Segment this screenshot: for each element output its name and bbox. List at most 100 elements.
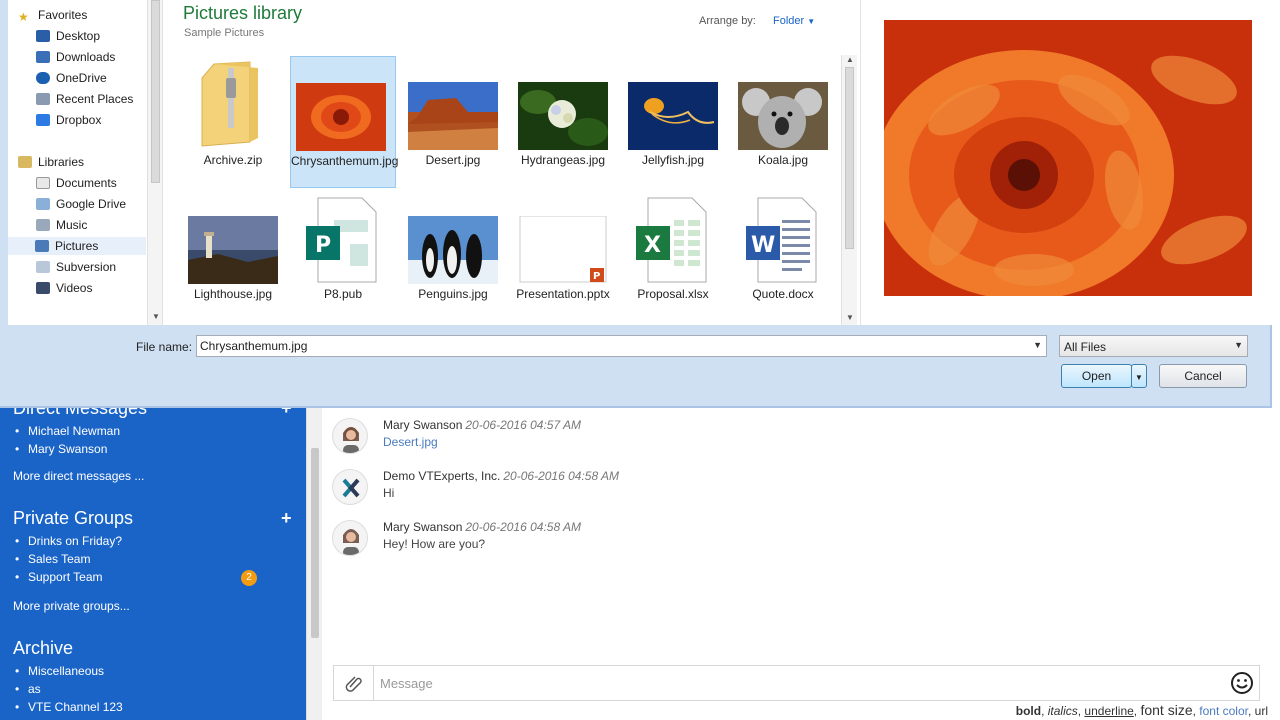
file-name-input[interactable] <box>200 338 1020 354</box>
nav-item-desktop[interactable]: Desktop <box>36 27 100 45</box>
file-name: Koala.jpg <box>757 153 809 167</box>
nav-item-recent-places[interactable]: Recent Places <box>36 90 133 108</box>
file-tile[interactable]: Jellyfish.jpg <box>620 56 726 188</box>
nav-item-videos[interactable]: Videos <box>36 279 92 297</box>
dm-item-mary-swanson[interactable]: Mary Swanson <box>13 440 120 458</box>
file-tile[interactable]: Archive.zip <box>180 56 286 188</box>
nav-item-subversion[interactable]: Subversion <box>36 258 116 276</box>
nav-label: Desktop <box>56 29 101 43</box>
nav-item-documents[interactable]: Documents <box>36 174 117 192</box>
scroll-down-arrow-icon[interactable]: ▼ <box>846 313 854 322</box>
pictures-icon <box>35 240 49 252</box>
file-name: Jellyfish.jpg <box>641 153 705 167</box>
nav-libraries[interactable]: Libraries <box>18 153 84 171</box>
sidebar-scrollbar[interactable] <box>306 408 322 720</box>
cloud-icon <box>36 72 50 84</box>
arrange-by-dropdown[interactable]: Folder ▼ <box>773 15 815 27</box>
more-direct-messages-link[interactable]: More direct messages ... <box>13 469 144 483</box>
more-private-groups-link[interactable]: More private groups... <box>13 599 130 613</box>
message-composer <box>333 665 1260 701</box>
avatar <box>332 520 368 556</box>
arrange-by-value: Folder <box>773 15 805 27</box>
file-tile[interactable]: X Proposal.xlsx <box>620 190 726 320</box>
nav-label: Libraries <box>38 155 85 169</box>
file-list-scrollbar[interactable]: ▲ ▼ <box>841 55 857 325</box>
chrysanthemum-preview-image <box>884 20 1252 296</box>
nav-item-dropbox[interactable]: Dropbox <box>36 111 101 129</box>
svg-text:P: P <box>315 233 331 258</box>
message-author: Mary Swanson 20-06-2016 04:57 AM <box>383 418 582 432</box>
library-title: Pictures library <box>183 3 303 23</box>
message-attachment-link[interactable]: Desert.jpg <box>383 435 438 449</box>
section-header-archive: Archive <box>13 638 74 658</box>
libraries-icon <box>18 156 32 168</box>
chevron-down-icon: ▼ <box>1234 340 1243 350</box>
file-tile[interactable]: P P8.pub <box>290 190 396 320</box>
message-input[interactable] <box>380 672 1220 694</box>
file-tile[interactable]: Penguins.jpg <box>400 190 506 320</box>
navigation-scroll-thumb[interactable] <box>151 0 160 183</box>
file-name: P8.pub <box>323 287 363 301</box>
archive-item-vte-channel-123[interactable]: VTE Channel 123 <box>13 698 123 716</box>
file-tile[interactable]: P Presentation.pptx <box>510 190 616 320</box>
google-drive-icon <box>36 198 50 210</box>
archive-item-as[interactable]: as <box>13 680 123 698</box>
file-tile-selected[interactable]: Chrysanthemum.jpg <box>290 56 398 188</box>
scroll-up-arrow-icon[interactable]: ▲ <box>846 55 854 64</box>
group-item-sales-team[interactable]: Sales Team <box>13 550 122 568</box>
nav-label: Subversion <box>56 260 117 274</box>
open-button[interactable]: Open <box>1061 364 1132 388</box>
nav-item-pictures[interactable]: Pictures <box>8 237 146 255</box>
file-name-label: File name: <box>136 340 193 354</box>
subversion-icon <box>36 261 50 273</box>
excel-file-icon: X <box>634 196 710 284</box>
chrysanthemum-thumbnail <box>296 83 386 151</box>
jellyfish-thumbnail <box>628 82 718 150</box>
nav-label: Google Drive <box>56 197 127 211</box>
sidebar-scroll-thumb[interactable] <box>311 448 319 638</box>
scroll-down-arrow-icon[interactable]: ▼ <box>152 312 160 321</box>
file-name: Proposal.xlsx <box>637 287 709 301</box>
add-private-group-button[interactable]: + <box>281 508 292 529</box>
nav-label: Pictures <box>55 239 99 253</box>
word-file-icon: W <box>744 196 820 284</box>
archive-list: Miscellaneous as VTE Channel 123 <box>13 662 123 716</box>
file-name: Desert.jpg <box>425 153 481 167</box>
documents-icon <box>36 177 50 189</box>
message-author: Demo VTExperts, Inc. 20-06-2016 04:58 AM <box>383 469 620 483</box>
file-tile[interactable]: Lighthouse.jpg <box>180 190 286 320</box>
chevron-down-icon[interactable]: ▼ <box>1033 340 1042 350</box>
nav-label: Documents <box>56 176 117 190</box>
attach-button[interactable] <box>334 666 374 700</box>
chevron-down-icon: ▼ <box>1135 373 1143 382</box>
nav-item-onedrive[interactable]: OneDrive <box>36 69 107 87</box>
file-tile[interactable]: Desert.jpg <box>400 56 506 188</box>
archive-item-miscellaneous[interactable]: Miscellaneous <box>13 662 123 680</box>
file-tile[interactable]: Hydrangeas.jpg <box>510 56 616 188</box>
navigation-scrollbar[interactable]: ▼ <box>147 0 163 325</box>
svg-text:X: X <box>644 233 661 258</box>
group-item-support-team[interactable]: Support Team <box>13 568 122 586</box>
file-name: Archive.zip <box>203 153 263 167</box>
nav-favorites[interactable]: ★ Favorites <box>18 6 87 24</box>
avatar <box>332 418 368 454</box>
file-name-combobox[interactable]: ▼ <box>196 335 1047 357</box>
emoji-icon[interactable] <box>1230 671 1254 695</box>
penguins-thumbnail <box>408 216 498 284</box>
nav-item-downloads[interactable]: Downloads <box>36 48 115 66</box>
nav-item-google-drive[interactable]: Google Drive <box>36 195 126 213</box>
file-type-select[interactable]: All Files ▼ <box>1059 335 1248 357</box>
navigation-pane: ★ Favorites Desktop Downloads OneDrive Re… <box>8 0 146 325</box>
nav-item-music[interactable]: Music <box>36 216 87 234</box>
dm-item-michael-newman[interactable]: Michael Newman <box>13 422 120 440</box>
open-options-button[interactable]: ▼ <box>1131 364 1147 388</box>
file-tile[interactable]: Koala.jpg <box>730 56 836 188</box>
file-list-scroll-thumb[interactable] <box>845 67 854 249</box>
file-tile[interactable]: W Quote.docx <box>730 190 836 320</box>
group-item-drinks-on-friday[interactable]: Drinks on Friday? <box>13 532 122 550</box>
powerpoint-file-icon: P <box>518 216 608 284</box>
message-time: 20-06-2016 04:58 AM <box>465 520 582 534</box>
file-name: Penguins.jpg <box>418 287 488 301</box>
cancel-button[interactable]: Cancel <box>1159 364 1247 388</box>
avatar <box>332 469 368 505</box>
